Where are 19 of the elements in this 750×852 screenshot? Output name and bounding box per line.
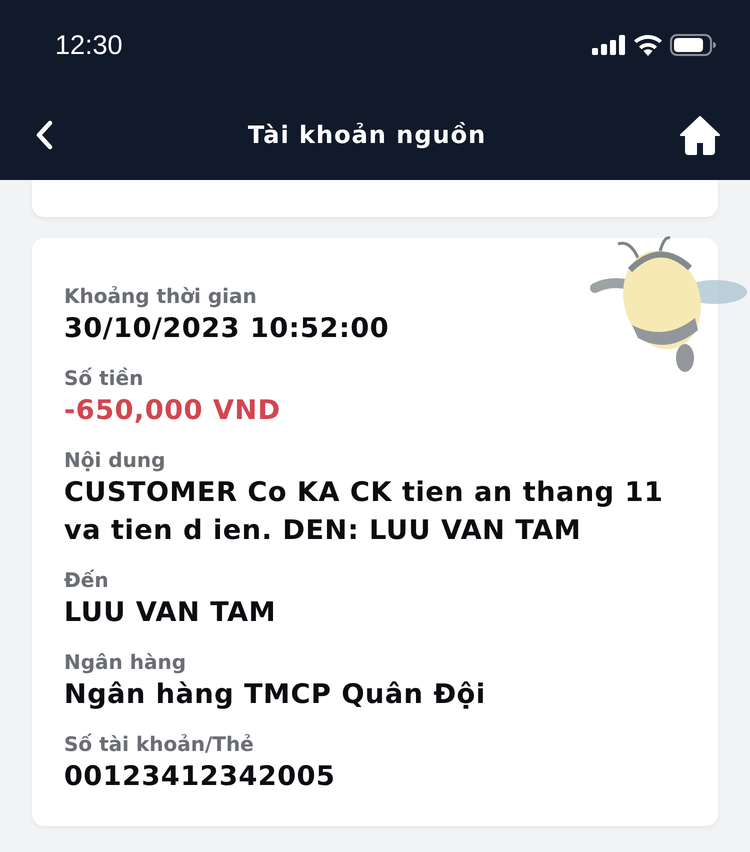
home-button[interactable] [680,115,720,155]
field-label: Số tài khoản/Thẻ [64,731,255,758]
field-label: Nội dung [64,447,166,474]
field-label: Ngân hàng [64,649,188,676]
screen-title: Tài khoản nguồn [248,121,486,149]
field-label: Khoảng thời gian [64,283,258,310]
field-value: LUU VAN TAM [64,596,278,630]
field-label: Số tiền [64,365,144,392]
field-value: 00123412342005 [64,760,336,794]
signal-icon [592,35,626,55]
wifi-icon [634,34,662,56]
status-time: 12:30 [55,30,123,60]
field-label: Đến [64,567,110,594]
back-button[interactable] [34,120,54,150]
field-value: -650,000 VND [64,394,282,428]
battery-icon [670,34,716,56]
field-value: Ngân hàng TMCP Quân Đội [64,678,487,712]
field-value: CUSTOMER Co KA CK tien an thang 11 va tien d ien. DEN: LUU VAN TAM [64,476,664,548]
field-value: 30/10/2023 10:52:00 [64,312,390,346]
